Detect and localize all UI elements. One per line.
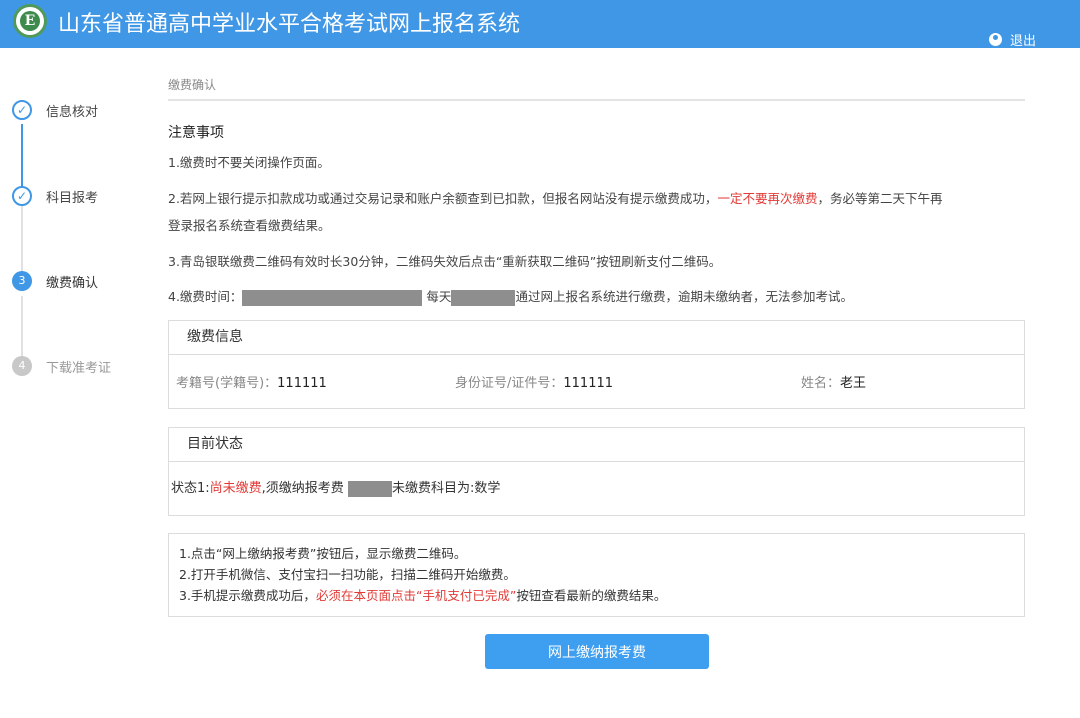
step-progress: ✓ 信息核对 ✓ 科目报考 3 缴费确认 4 下载准考证 [0, 80, 150, 400]
guide-text: 按钮查看最新的缴费结果。 [516, 588, 667, 603]
guide-line-1: 1.点击“网上缴纳报考费”按钮后，显示缴费二维码。 [179, 546, 467, 561]
logout-label: 退出 [1009, 34, 1036, 49]
redacted-block [242, 289, 423, 306]
redacted-block [451, 289, 516, 306]
step-info-check: ✓ 信息核对 [12, 100, 98, 120]
notice-text: ，务必等第二天下午再 [817, 191, 943, 206]
guide-line-3: 3.手机提示缴费成功后，必须在本页面点击“手机支付已完成”按钮查看最新的缴费结果… [179, 585, 1024, 606]
notice-item-4: 4.缴费时间： 每天 通过网上报名系统进行缴费，逾期未缴纳者，无法参加考试。 [168, 283, 1028, 310]
check-icon: ✓ [12, 100, 32, 120]
app-header: E 山东省普通高中学业水平合格考试网上报名系统 退出 [0, 0, 1080, 49]
notice-warning: 一定不要再次缴费 [717, 191, 818, 206]
step-label: 下载准考证 [46, 360, 112, 376]
field-label: 考籍号(学籍号)： [176, 376, 278, 391]
online-pay-button[interactable]: 网上缴纳报考费 [485, 634, 709, 669]
app-title: 山东省普通高中学业水平合格考试网上报名系统 [58, 12, 521, 37]
notice-text: 通过网上报名系统进行缴费，逾期未缴纳者，无法参加考试。 [515, 289, 853, 304]
step-label: 信息核对 [46, 104, 99, 120]
user-icon [988, 33, 1002, 46]
panel-title: 目前状态 [169, 428, 1024, 462]
step-label: 缴费确认 [46, 275, 99, 291]
logout-link[interactable]: 退出 [988, 30, 1036, 49]
notice-item-2: 2.若网上银行提示扣款成功或通过交易记录和账户余额查到已扣款，但报名网站没有提示… [168, 185, 1028, 239]
payment-guide: 1.点击“网上缴纳报考费”按钮后，显示缴费二维码。 2.打开手机微信、支付宝扫一… [168, 533, 1025, 617]
status-line: 状态1:尚未缴费,须缴纳报考费 未缴费科目为:数学 [169, 462, 1024, 516]
logo-letter: E [20, 11, 40, 31]
step-subject-register: ✓ 科目报考 [12, 186, 98, 206]
redacted-block [347, 480, 392, 497]
payment-info-panel: 缴费信息 考籍号(学籍号)：111111 身份证号/证件号：111111 姓名：… [168, 320, 1025, 409]
notice-title: 注意事项 [168, 125, 224, 141]
field-label: 身份证号/证件号： [455, 376, 564, 391]
step-number: 4 [12, 356, 32, 376]
check-icon: ✓ [12, 186, 32, 206]
notice-text: 2.若网上银行提示扣款成功或通过交易记录和账户余额查到已扣款，但报名网站没有提示… [168, 191, 718, 206]
current-status-panel: 目前状态 状态1:尚未缴费,须缴纳报考费 未缴费科目为:数学 [168, 427, 1025, 516]
system-logo: E [13, 4, 47, 38]
guide-line-2: 2.打开手机微信、支付宝扫一扫功能，扫描二维码开始缴费。 [179, 567, 516, 582]
step-payment-confirm: 3 缴费确认 [12, 271, 98, 291]
step-download-ticket: 4 下载准考证 [12, 356, 111, 376]
step-number: 3 [12, 271, 32, 291]
field-value: 老王 [840, 376, 867, 391]
status-text: ,须缴纳报考费 [261, 481, 344, 496]
student-name: 姓名：老王 [801, 372, 866, 391]
notice-item-1: 1.缴费时不要关闭操作页面。 [168, 155, 330, 170]
status-text: 未缴费科目为:数学 [391, 481, 501, 496]
step-connector [21, 296, 23, 361]
step-label: 科目报考 [46, 190, 99, 206]
step-connector-done [21, 124, 23, 188]
notice-text: 4.缴费时间： [168, 289, 243, 304]
field-label: 姓名： [801, 376, 841, 391]
status-badge: 尚未缴费 [209, 481, 262, 496]
panel-title: 缴费信息 [169, 321, 1024, 355]
payment-info-row: 考籍号(学籍号)：111111 身份证号/证件号：111111 姓名：老王 [169, 355, 1024, 407]
status-prefix: 状态1: [171, 481, 210, 496]
id-number: 身份证号/证件号：111111 [455, 372, 613, 391]
exam-number: 考籍号(学籍号)：111111 [176, 372, 327, 391]
step-connector [21, 206, 23, 276]
guide-warning: 必须在本页面点击“手机支付已完成” [315, 588, 517, 603]
notice-text: 登录报名系统查看缴费结果。 [168, 218, 331, 233]
breadcrumb: 缴费确认 [168, 78, 217, 92]
field-value: 111111 [563, 376, 614, 391]
guide-text: 3.手机提示缴费成功后， [179, 588, 316, 603]
notice-item-3: 3.青岛银联缴费二维码有效时长30分钟，二维码失效后点击“重新获取二维码”按钮刷… [168, 254, 722, 269]
notice-text: 每天 [426, 289, 452, 304]
field-value: 111111 [277, 376, 327, 391]
breadcrumb-divider [168, 99, 1025, 101]
